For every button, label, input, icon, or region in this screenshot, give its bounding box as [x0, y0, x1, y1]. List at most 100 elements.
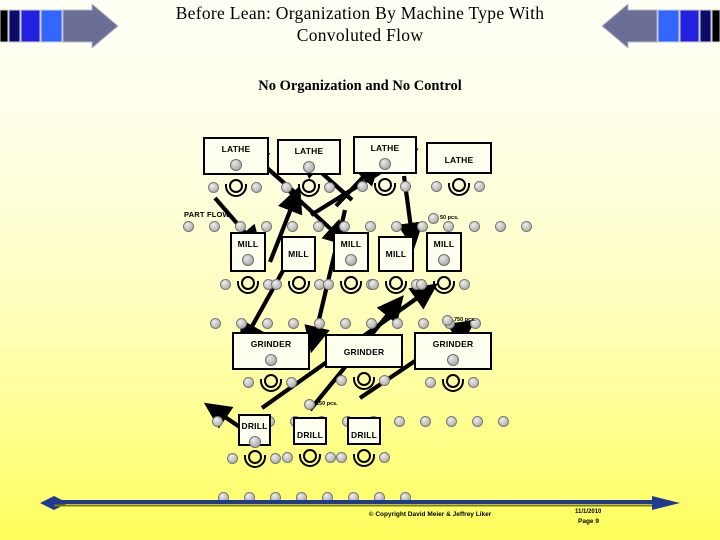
machine-box-grinder-2: GRINDER — [325, 334, 403, 368]
wip-part-dot — [325, 452, 336, 463]
wip-part-dot — [400, 181, 411, 192]
operator-icon — [299, 448, 321, 468]
wip-inventory-dot — [365, 221, 376, 232]
wip-part-dot — [336, 375, 347, 386]
operator-icon — [225, 178, 247, 198]
operator-icon — [260, 373, 282, 393]
wip-part-dot — [459, 279, 470, 290]
machine-spindle-icon — [242, 254, 254, 266]
wip-quantity-note: 750 pcs. — [454, 317, 476, 323]
machine-box-lathe-1: LATHE — [203, 137, 269, 175]
wip-part-dot — [243, 377, 254, 388]
wip-part-dot — [474, 181, 485, 192]
operator-icon — [353, 448, 375, 468]
operator-arms-icon — [433, 281, 455, 294]
operator-icon — [287, 275, 310, 295]
wip-part-dot — [431, 181, 442, 192]
wip-inventory-dot — [236, 318, 247, 329]
operator-arms-icon — [299, 454, 321, 467]
machine-box-drill-1: DRILL — [238, 414, 271, 448]
operator-arms-icon — [448, 183, 470, 196]
wip-part-dot — [220, 279, 231, 290]
machine-box-mill-2: MILL — [281, 236, 316, 272]
wip-inventory-dot — [394, 416, 405, 427]
machine-label: LATHE — [221, 144, 251, 154]
operator-arms-icon — [385, 281, 407, 294]
machine-label: MILL — [385, 249, 407, 259]
wip-inventory-dot — [313, 221, 324, 232]
machine-box-lathe-3: LATHE — [353, 136, 417, 174]
wip-inventory-dot — [235, 221, 246, 232]
wip-inventory-dot — [261, 221, 272, 232]
machine-label: MILL — [433, 239, 455, 249]
machine-box-grinder-1: GRINDER — [232, 332, 310, 370]
machine-label: DRILL — [350, 430, 378, 440]
wip-inventory-dot — [366, 318, 377, 329]
machine-box-mill-3: MILL — [333, 232, 369, 272]
wip-note-dot — [428, 213, 439, 224]
operator-arms-icon — [298, 184, 320, 197]
machine-spindle-icon — [248, 436, 261, 448]
wip-inventory-dot — [521, 221, 532, 232]
wip-part-dot — [286, 377, 297, 388]
wip-part-dot — [379, 375, 390, 386]
operator-arms-icon — [340, 281, 362, 294]
machine-label: MILL — [288, 249, 309, 259]
wip-inventory-dot — [209, 221, 220, 232]
wip-part-dot — [269, 453, 281, 464]
operator-icon — [353, 371, 375, 391]
copyright-text: © Copyright David Meier & Jeffrey Liker — [368, 511, 492, 518]
operator-icon — [237, 275, 259, 295]
machine-spindle-icon — [447, 354, 459, 366]
machine-box-lathe-4: LATHE — [426, 142, 492, 174]
slide-canvas: Before Lean: Organization By Machine Typ… — [0, 0, 720, 540]
machine-label: DRILL — [241, 421, 268, 431]
operator-arms-icon — [353, 454, 375, 467]
wip-inventory-dot — [498, 416, 509, 427]
machine-box-grinder-3: GRINDER — [414, 332, 492, 370]
wip-inventory-dot — [340, 318, 351, 329]
machine-box-mill-1: MILL — [230, 232, 266, 272]
wip-inventory-dot — [288, 318, 299, 329]
operator-icon — [433, 275, 455, 295]
wip-inventory-dot — [420, 416, 431, 427]
machine-label: GRINDER — [250, 339, 292, 349]
machine-label: LATHE — [370, 143, 400, 153]
wip-inventory-dot — [446, 416, 457, 427]
wip-part-dot — [379, 452, 390, 463]
wip-inventory-dot — [392, 318, 403, 329]
wip-note-dot — [442, 315, 453, 326]
operator-arms-icon — [287, 281, 310, 294]
wip-inventory-dot — [183, 221, 194, 232]
wip-part-dot — [208, 182, 219, 193]
operator-arms-icon — [260, 379, 282, 392]
operator-icon — [448, 177, 470, 197]
wip-part-dot — [226, 453, 238, 464]
wip-part-dot — [368, 279, 379, 290]
operator-arms-icon — [374, 183, 396, 196]
machine-spindle-icon — [303, 161, 315, 173]
wip-inventory-dot — [443, 221, 454, 232]
operator-icon — [442, 373, 464, 393]
wip-quantity-note: 250 pcs. — [316, 401, 338, 407]
page-number: Page 9 — [578, 518, 599, 525]
machine-spindle-icon — [345, 254, 357, 266]
operator-icon — [298, 178, 320, 198]
machine-spindle-icon — [438, 254, 450, 266]
footer-arrow-line — [40, 496, 680, 510]
machine-box-drill-3: DRILL — [347, 417, 381, 445]
machine-box-mill-5: MILL — [426, 232, 462, 272]
machine-label: LATHE — [294, 146, 324, 156]
operator-arms-icon — [225, 184, 247, 197]
operator-icon — [243, 449, 266, 469]
wip-note-dot — [304, 399, 315, 410]
wip-inventory-dot — [495, 221, 506, 232]
wip-inventory-dot — [417, 221, 428, 232]
machine-label: MILL — [340, 239, 362, 249]
operator-icon — [340, 275, 362, 295]
wip-part-dot — [357, 181, 368, 192]
wip-inventory-dot — [287, 221, 298, 232]
wip-inventory-dot — [391, 221, 402, 232]
machine-label: GRINDER — [432, 339, 474, 349]
machine-label: DRILL — [296, 430, 324, 440]
